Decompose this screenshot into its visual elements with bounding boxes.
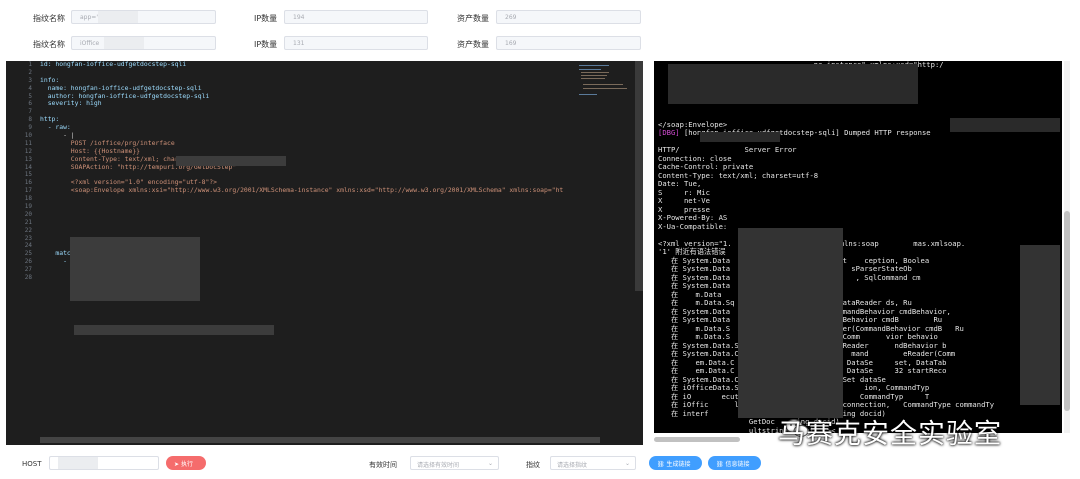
terminal-line: X-Ua-Compatible: — [658, 221, 728, 231]
run-button-label: 执行 — [180, 461, 193, 468]
line-number: 27 — [24, 266, 32, 274]
ip-count-field[interactable]: 131 — [284, 36, 428, 50]
valid-time-placeholder: 请选择有效时间 — [417, 462, 460, 469]
terminal-vertical-scrollbar[interactable] — [1064, 61, 1070, 433]
line-number: 8 — [28, 116, 32, 124]
line-number: 3 — [28, 76, 32, 84]
redaction-mosaic — [70, 237, 200, 301]
code-line: http: — [40, 115, 60, 124]
line-number: 28 — [24, 274, 32, 282]
line-number: 6 — [28, 100, 32, 108]
code-line: <soap:Envelope xmlns:xsi="http://www.w3.… — [40, 186, 564, 195]
editor-horizontal-scrollbar[interactable] — [40, 437, 600, 443]
link-icon: ⛓ — [716, 461, 726, 468]
fingerprint-placeholder: 请选择指纹 — [557, 462, 588, 469]
terminal-output[interactable]: na-instance" xmlns:xsd="http:/</soap:Env… — [654, 61, 1062, 433]
line-number: 9 — [28, 124, 32, 132]
line-number: 5 — [28, 92, 32, 100]
host-label: HOST — [22, 460, 42, 468]
line-number: 2 — [28, 68, 32, 76]
asset-count-field[interactable]: 169 — [496, 36, 641, 50]
terminal-horizontal-scrollbar[interactable] — [654, 437, 740, 442]
generate-link-label: 生成链接 — [666, 461, 691, 468]
valid-time-select[interactable]: 请选择有效时间 ⌄ — [410, 456, 499, 470]
terminal-line: X net-Ve — [658, 196, 710, 205]
fingerprint-name-label: 指纹名称 — [33, 40, 65, 49]
terminal-line: Content-Type: text/xml; charset=utf-8 — [658, 170, 819, 180]
line-number: 4 — [28, 84, 32, 92]
line-number: 7 — [28, 108, 32, 116]
valid-time-label: 有效时间 — [369, 461, 397, 469]
redaction-mosaic — [176, 156, 286, 166]
ip-count-label: IP数量 — [254, 40, 278, 49]
line-number: 15 — [24, 171, 32, 179]
line-number: 21 — [24, 218, 32, 226]
code-line: severity: high — [40, 99, 102, 108]
info-link-button[interactable]: ⛓ 信息链接 — [708, 456, 761, 470]
debug-tag: [DBG] — [658, 128, 680, 137]
code-editor[interactable]: 1 2 3 4 5 6 7 8 9 10 11 12 13 14 15 16 17 18 19 20 21 22 23 24 2… — [6, 61, 643, 445]
ip-count-field[interactable]: 194 — [284, 10, 428, 24]
asset-count-label: 资产数量 — [457, 14, 489, 23]
asset-count-field[interactable]: 269 — [496, 10, 641, 24]
line-number-gutter: 1 2 3 4 5 6 7 8 9 10 11 12 13 14 15 16 17 18 19 20 21 22 23 24 2… — [6, 61, 36, 445]
line-number: 10 — [24, 132, 32, 140]
chevron-down-icon: ⌄ — [624, 460, 630, 467]
editor-minimap[interactable] — [571, 61, 631, 161]
run-button[interactable]: ➤ 执行 — [166, 456, 206, 470]
line-number: 20 — [24, 210, 32, 218]
redaction-mosaic — [700, 132, 780, 142]
line-number: 26 — [24, 258, 32, 266]
line-number: 11 — [24, 139, 32, 147]
redaction-blur — [98, 11, 138, 23]
scrollbar-thumb[interactable] — [1064, 211, 1070, 411]
line-number: 13 — [24, 155, 32, 163]
fingerprint-name-label: 指纹名称 — [33, 14, 65, 23]
line-number: 25 — [24, 250, 32, 258]
watermark-text: 马赛克安全实验室 — [778, 419, 1002, 450]
code-line: - raw: — [40, 123, 71, 132]
redaction-mosaic — [668, 64, 918, 104]
info-link-label: 信息链接 — [725, 461, 750, 468]
line-number: 23 — [24, 234, 32, 242]
line-number: 16 — [24, 179, 32, 187]
fingerprint-select[interactable]: 请选择指纹 ⌄ — [550, 456, 636, 470]
line-number: 17 — [24, 187, 32, 195]
code-line: author: hongfan-ioffice-udfgetdocstep-sq… — [40, 91, 210, 100]
redaction-mosaic — [950, 118, 1060, 132]
asset-count-label: 资产数量 — [457, 40, 489, 49]
fingerprint-label: 指纹 — [526, 461, 540, 469]
redaction-mosaic — [74, 325, 274, 335]
link-icon: ⛓ — [657, 461, 667, 468]
redaction-mosaic — [1020, 245, 1060, 405]
line-number: 12 — [24, 147, 32, 155]
code-line: SOAPAction: "http://tempuri.org/GetDocSt… — [40, 162, 237, 171]
code-line: id: hongfan-ioffice-udfgetdocstep-sqli — [40, 61, 187, 68]
terminal-line: S r: Mic — [658, 187, 710, 197]
generate-link-button[interactable]: ⛓ 生成链接 — [649, 456, 702, 470]
redaction-blur — [58, 457, 98, 469]
fingerprint-name-field[interactable]: app="i — [71, 10, 216, 24]
line-number: 14 — [24, 163, 32, 171]
redaction-blur — [104, 37, 144, 49]
chevron-down-icon: ⌄ — [487, 460, 493, 467]
line-number: 22 — [24, 226, 32, 234]
line-number: 1 — [28, 61, 32, 68]
line-number: 18 — [24, 195, 32, 203]
play-icon: ➤ — [174, 461, 181, 468]
editor-vertical-scrollbar[interactable] — [635, 61, 643, 291]
ip-count-label: IP数量 — [254, 14, 278, 23]
terminal-line: Date: Tue, — [658, 179, 702, 188]
line-number: 19 — [24, 203, 32, 211]
line-number: 24 — [24, 242, 32, 250]
redaction-mosaic — [738, 228, 843, 418]
